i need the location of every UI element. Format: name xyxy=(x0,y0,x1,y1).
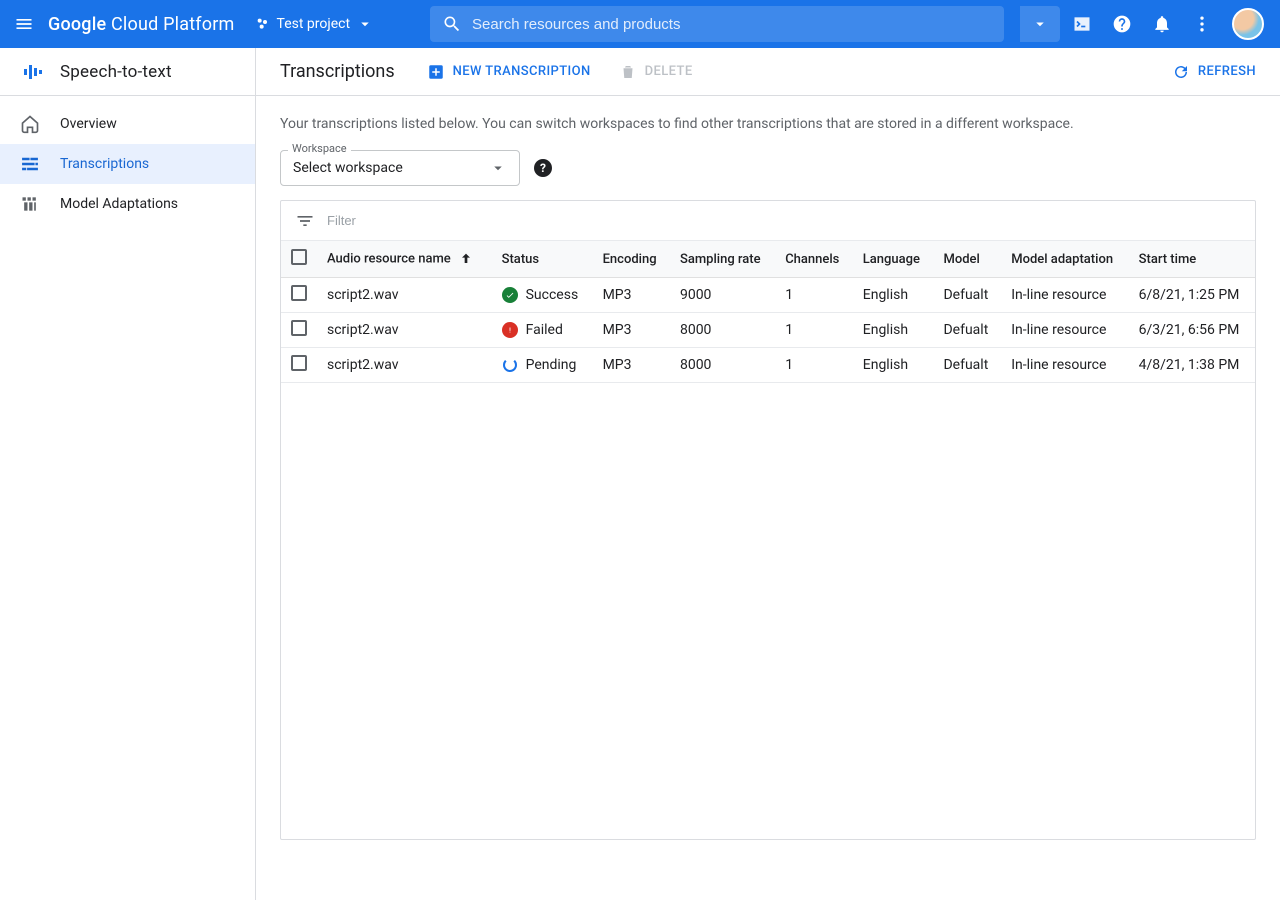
refresh-icon xyxy=(1172,63,1190,81)
product-title: Speech-to-text xyxy=(60,62,172,82)
project-name: Test project xyxy=(277,16,351,32)
table-row[interactable]: script2.wavSuccessMP390001EnglishDefualt… xyxy=(281,278,1255,313)
caret-down-icon xyxy=(489,159,507,177)
transcriptions-table: Audio resource name Status Encoding Samp… xyxy=(280,200,1256,840)
search-box[interactable] xyxy=(430,6,1004,42)
top-app-bar: Google Cloud Platform Test project xyxy=(0,0,1280,48)
col-name[interactable]: Audio resource name xyxy=(317,241,492,278)
sidebar-item-model-adaptations[interactable]: Model Adaptations xyxy=(0,184,255,224)
search-input[interactable] xyxy=(472,16,992,33)
col-model[interactable]: Model xyxy=(933,241,1001,278)
filter-input[interactable] xyxy=(327,213,1241,228)
cell-status: Pending xyxy=(492,348,593,383)
cell-sampling: 9000 xyxy=(670,278,775,313)
table-header-row: Audio resource name Status Encoding Samp… xyxy=(281,241,1255,278)
project-selector[interactable]: Test project xyxy=(247,9,383,39)
col-sampling[interactable]: Sampling rate xyxy=(670,241,775,278)
add-box-icon xyxy=(427,63,445,81)
cell-model: Defualt xyxy=(933,313,1001,348)
cloud-shell-icon[interactable] xyxy=(1072,14,1092,34)
cell-language: English xyxy=(853,313,934,348)
brand-label: Google Cloud Platform xyxy=(48,14,235,35)
bars-icon xyxy=(20,194,40,214)
sidebar: Speech-to-text Overview Transcriptions Mod… xyxy=(0,48,256,900)
sidebar-item-transcriptions[interactable]: Transcriptions xyxy=(0,144,255,184)
col-adaptation[interactable]: Model adaptation xyxy=(1001,241,1128,278)
speech-to-text-icon xyxy=(20,60,44,84)
cell-language: English xyxy=(853,278,934,313)
sidebar-item-label: Overview xyxy=(60,116,117,132)
table-row[interactable]: script2.wavFailedMP380001EnglishDefualtI… xyxy=(281,313,1255,348)
col-encoding[interactable]: Encoding xyxy=(593,241,670,278)
notifications-icon[interactable] xyxy=(1152,14,1172,34)
sidebar-item-overview[interactable]: Overview xyxy=(0,104,255,144)
header-actions xyxy=(1072,8,1268,40)
sidebar-header: Speech-to-text xyxy=(0,48,255,96)
sidebar-item-label: Transcriptions xyxy=(60,156,149,172)
success-icon xyxy=(502,287,518,303)
menu-icon[interactable] xyxy=(12,12,36,36)
cell-name: script2.wav xyxy=(317,348,492,383)
more-vert-icon[interactable] xyxy=(1192,14,1212,34)
col-channels[interactable]: Channels xyxy=(775,241,853,278)
page-description: Your transcriptions listed below. You ca… xyxy=(280,116,1256,132)
filter-icon[interactable] xyxy=(295,211,315,231)
cell-status: Failed xyxy=(492,313,593,348)
cell-encoding: MP3 xyxy=(593,278,670,313)
cell-channels: 1 xyxy=(775,278,853,313)
project-icon xyxy=(255,16,271,32)
search-icon xyxy=(442,14,462,34)
cell-adaptation: In-line resource xyxy=(1001,313,1128,348)
cell-name: script2.wav xyxy=(317,313,492,348)
workspace-select[interactable]: Workspace Select workspace xyxy=(280,150,520,186)
cell-channels: 1 xyxy=(775,348,853,383)
error-icon xyxy=(502,322,518,338)
cell-start: 6/8/21, 1:25 PM xyxy=(1129,278,1255,313)
trash-icon xyxy=(619,63,637,81)
cell-sampling: 8000 xyxy=(670,348,775,383)
cell-start: 4/8/21, 1:38 PM xyxy=(1129,348,1255,383)
cell-model: Defualt xyxy=(933,348,1001,383)
cell-start: 6/3/21, 6:56 PM xyxy=(1129,313,1255,348)
cell-encoding: MP3 xyxy=(593,348,670,383)
page-title: Transcriptions xyxy=(280,61,395,82)
workspace-legend: Workspace xyxy=(288,142,351,155)
cell-channels: 1 xyxy=(775,313,853,348)
cell-status: Success xyxy=(492,278,593,313)
select-all-checkbox[interactable] xyxy=(291,249,307,265)
sidebar-item-label: Model Adaptations xyxy=(60,196,178,212)
page-header: Transcriptions NEW TRANSCRIPTION DELETE xyxy=(256,48,1280,96)
cell-language: English xyxy=(853,348,934,383)
help-tooltip-icon[interactable]: ? xyxy=(534,159,552,177)
cell-encoding: MP3 xyxy=(593,313,670,348)
sort-asc-icon xyxy=(458,251,474,267)
cell-sampling: 8000 xyxy=(670,313,775,348)
table-row[interactable]: script2.wavPendingMP380001EnglishDefualt… xyxy=(281,348,1255,383)
pending-spinner-icon xyxy=(502,357,518,373)
row-checkbox[interactable] xyxy=(291,320,307,336)
home-icon xyxy=(20,114,40,134)
col-language[interactable]: Language xyxy=(853,241,934,278)
col-status[interactable]: Status xyxy=(492,241,593,278)
cell-model: Defualt xyxy=(933,278,1001,313)
search-dropdown[interactable] xyxy=(1020,6,1060,42)
caret-down-icon xyxy=(356,15,374,33)
col-start[interactable]: Start time xyxy=(1129,241,1255,278)
cell-adaptation: In-line resource xyxy=(1001,278,1128,313)
row-checkbox[interactable] xyxy=(291,285,307,301)
main-content: Transcriptions NEW TRANSCRIPTION DELETE xyxy=(256,48,1280,900)
new-transcription-button[interactable]: NEW TRANSCRIPTION xyxy=(427,63,591,81)
row-checkbox[interactable] xyxy=(291,355,307,371)
avatar[interactable] xyxy=(1232,8,1264,40)
help-icon[interactable] xyxy=(1112,14,1132,34)
tune-icon xyxy=(20,154,40,174)
cell-adaptation: In-line resource xyxy=(1001,348,1128,383)
cell-name: script2.wav xyxy=(317,278,492,313)
delete-button: DELETE xyxy=(619,63,693,81)
workspace-value: Select workspace xyxy=(293,160,403,176)
filter-bar xyxy=(281,201,1255,241)
refresh-button[interactable]: REFRESH xyxy=(1172,63,1256,81)
